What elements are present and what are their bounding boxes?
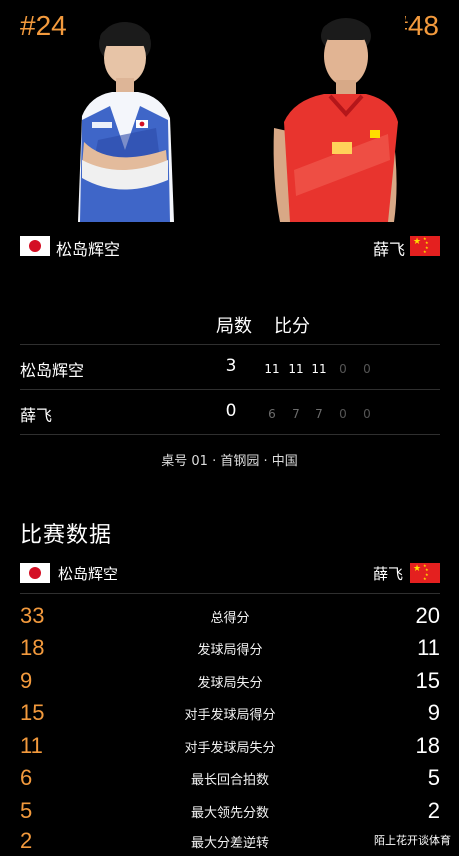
stat-right-value: 9 [427,700,440,725]
score-row-point: 0 [363,362,371,376]
scoreboard-divider-top [20,344,440,345]
match-stats-title: 比赛数据 [20,523,113,548]
china-flag-icon: ★ ★ ★ ★ ★ [410,236,440,256]
score-row-name-2: 薛飞 [20,406,53,425]
scoreboard-divider-bottom [20,434,440,435]
stat-label: 最大领先分数 [190,806,269,821]
stat-left-value: 18 [20,635,45,660]
left-player-name: 松岛辉空 [56,240,121,259]
left-player-rank: #24 [20,10,67,41]
score-row-games-1: 3 [225,356,237,376]
stat-right-value: 11 [417,635,440,660]
score-row-point: 11 [288,362,304,376]
japan-flag-icon [20,563,50,583]
stat-right-value: 2 [427,798,440,823]
stat-left-value: 15 [20,700,45,725]
score-row-games-2: 0 [225,401,237,421]
games-header: 局数 [216,316,252,337]
player-photo-left [70,10,180,222]
right-player-name: 薛飞 [372,240,405,259]
venue-info: 桌号 01 · 首钢园 · 中国 [161,454,298,469]
score-row-point: 11 [311,362,327,376]
watermark-text: 陌上花开谈体育 [370,830,455,850]
stat-label: 总得分 [210,611,250,626]
stats-right-player-name: 薛飞 [372,565,403,583]
score-row-name-1: 松岛辉空 [20,361,85,380]
stat-left-value: 9 [20,668,33,693]
stat-left-value: 2 [20,828,33,853]
points-header: 比分 [274,316,310,337]
player-photo-right [270,10,405,222]
china-flag-icon: ★ ★ ★ ★ ★ [410,563,440,583]
japan-flag-icon [20,236,50,256]
stats-divider [20,593,440,594]
stat-right-value: 5 [427,765,440,790]
stat-left-value: 6 [20,765,33,790]
score-row-point: 0 [339,362,347,376]
stat-left-value: 11 [20,733,43,758]
score-row-point: 7 [315,407,323,421]
stats-left-player-name: 松岛辉空 [58,565,119,583]
scoreboard-divider-middle [20,389,440,390]
stat-right-value: 15 [415,668,440,693]
stat-label: 最大分差逆转 [190,836,269,851]
stat-label: 最长回合拍数 [190,773,269,788]
score-row-point: 6 [268,407,276,421]
stat-left-value: 5 [20,798,33,823]
stat-label: 发球局失分 [197,676,263,691]
stat-label: 对手发球局得分 [184,708,276,723]
stat-right-value: 20 [415,603,440,628]
stat-label: 对手发球局失分 [184,741,276,756]
stat-label: 发球局得分 [197,643,263,658]
score-row-point: 7 [292,407,300,421]
score-row-point: 0 [363,407,371,421]
score-row-point: 0 [339,407,347,421]
stat-left-value: 33 [20,603,45,628]
stat-right-value: 18 [415,733,440,758]
score-row-point: 11 [264,362,280,376]
